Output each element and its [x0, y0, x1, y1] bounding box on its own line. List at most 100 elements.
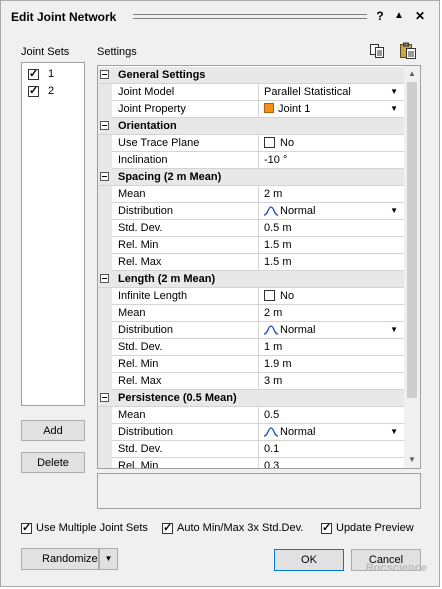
property-value[interactable]: 3 m: [264, 375, 384, 387]
property-value[interactable]: Normal: [264, 205, 384, 217]
dropdown-arrow-icon[interactable]: ▼: [390, 104, 398, 113]
property-row[interactable]: Rel. Max 3 m: [98, 373, 404, 390]
property-row[interactable]: Joint Model Parallel Statistical ▼: [98, 84, 404, 101]
randomize-button[interactable]: Randomize: [21, 548, 99, 570]
property-row[interactable]: Inclination -10 °: [98, 152, 404, 169]
randomize-dropdown-button[interactable]: ▼: [99, 548, 118, 570]
property-value-text: 1 m: [264, 341, 283, 353]
vertical-scrollbar[interactable]: ▲ ▼: [404, 66, 420, 468]
property-row[interactable]: Infinite Length No: [98, 288, 404, 305]
collapse-minus-icon[interactable]: [100, 70, 109, 79]
value-checkbox[interactable]: [264, 137, 275, 148]
property-row[interactable]: Joint Property Joint 1 ▼: [98, 101, 404, 118]
property-row[interactable]: Rel. Min 0.3: [98, 458, 404, 468]
property-value[interactable]: 0.3: [264, 460, 384, 468]
normal-distribution-icon: [264, 427, 278, 437]
property-row[interactable]: Rel. Max 1.5 m: [98, 254, 404, 271]
normal-distribution-icon: [264, 206, 278, 216]
property-value[interactable]: 0.5 m: [264, 222, 384, 234]
row-gutter: [98, 356, 112, 373]
property-value[interactable]: 0.1: [264, 443, 384, 455]
list-item-joint-set-1[interactable]: 1: [22, 66, 84, 83]
joint-sets-label: Joint Sets: [21, 46, 70, 58]
property-value[interactable]: 1.9 m: [264, 358, 384, 370]
property-row[interactable]: Std. Dev. 0.5 m: [98, 220, 404, 237]
column-divider: [258, 84, 259, 101]
auto-min-max-checkbox[interactable]: [162, 521, 173, 534]
property-value[interactable]: 1.5 m: [264, 239, 384, 251]
property-value[interactable]: Normal: [264, 426, 384, 438]
property-category[interactable]: Spacing (2 m Mean): [98, 169, 404, 186]
property-row[interactable]: Mean 0.5: [98, 407, 404, 424]
collapse-minus-icon[interactable]: [100, 274, 109, 283]
property-value[interactable]: No: [264, 137, 384, 149]
property-description-box: [97, 473, 421, 509]
dropdown-arrow-icon[interactable]: ▼: [390, 325, 398, 334]
paste-icon[interactable]: [399, 42, 417, 60]
dropdown-arrow-icon[interactable]: ▼: [390, 87, 398, 96]
scroll-down-arrow-icon[interactable]: ▼: [404, 452, 420, 468]
collapse-minus-icon[interactable]: [100, 172, 109, 181]
property-row[interactable]: Rel. Min 1.9 m: [98, 356, 404, 373]
joint-set-2-checkbox[interactable]: [28, 84, 39, 97]
property-row[interactable]: Distribution Normal ▼: [98, 203, 404, 220]
column-divider: [258, 288, 259, 305]
dropdown-arrow-icon[interactable]: ▼: [390, 206, 398, 215]
scrollbar-thumb[interactable]: [407, 82, 417, 398]
close-button[interactable]: ✕: [413, 9, 427, 23]
category-title: Length (2 m Mean): [118, 273, 216, 285]
update-preview-option[interactable]: Update Preview: [321, 521, 421, 538]
property-name: Infinite Length: [118, 290, 188, 302]
property-value[interactable]: 2 m: [264, 307, 384, 319]
property-value[interactable]: 2 m: [264, 188, 384, 200]
property-value[interactable]: Joint 1: [264, 103, 384, 115]
property-value[interactable]: 1.5 m: [264, 256, 384, 268]
property-row[interactable]: Std. Dev. 0.1: [98, 441, 404, 458]
property-row[interactable]: Distribution Normal ▼: [98, 424, 404, 441]
property-category[interactable]: Orientation: [98, 118, 404, 135]
update-preview-checkbox[interactable]: [321, 521, 332, 534]
use-multiple-joint-sets-option[interactable]: Use Multiple Joint Sets: [21, 521, 151, 538]
collapse-minus-icon[interactable]: [100, 121, 109, 130]
value-checkbox[interactable]: [264, 290, 275, 301]
collapse-minus-icon[interactable]: [100, 393, 109, 402]
dropdown-arrow-icon[interactable]: ▼: [390, 427, 398, 436]
settings-property-grid[interactable]: General Settings Joint Model Parallel Stat…: [97, 65, 421, 469]
property-value[interactable]: No: [264, 290, 384, 302]
property-value[interactable]: -10 °: [264, 154, 384, 166]
property-name: Mean: [118, 307, 146, 319]
property-row[interactable]: Mean 2 m: [98, 305, 404, 322]
list-item-joint-set-2[interactable]: 2: [22, 83, 84, 100]
window-title: Edit Joint Network: [11, 10, 117, 24]
property-name: Joint Model: [118, 86, 175, 98]
auto-min-max-option[interactable]: Auto Min/Max 3x Std.Dev.: [162, 521, 312, 538]
property-value[interactable]: 0.5: [264, 409, 384, 421]
help-button[interactable]: ?: [373, 9, 387, 23]
property-row[interactable]: Std. Dev. 1 m: [98, 339, 404, 356]
property-value[interactable]: Parallel Statistical: [264, 86, 384, 98]
column-divider: [258, 373, 259, 390]
scroll-up-arrow-icon[interactable]: ▲: [404, 66, 420, 82]
copy-icon[interactable]: [369, 43, 385, 59]
property-row[interactable]: Distribution Normal ▼: [98, 322, 404, 339]
add-button[interactable]: Add: [21, 420, 85, 441]
auto-min-max-label: Auto Min/Max 3x Std.Dev.: [177, 522, 304, 534]
property-category[interactable]: Length (2 m Mean): [98, 271, 404, 288]
collapse-button[interactable]: ▲: [392, 9, 406, 23]
property-category[interactable]: General Settings: [98, 67, 404, 84]
delete-button[interactable]: Delete: [21, 452, 85, 473]
property-value[interactable]: Normal: [264, 324, 384, 336]
ok-button[interactable]: OK: [274, 549, 344, 571]
property-row[interactable]: Use Trace Plane No: [98, 135, 404, 152]
property-category[interactable]: Persistence (0.5 Mean): [98, 390, 404, 407]
joint-set-1-checkbox[interactable]: [28, 67, 39, 80]
property-value-text: Joint 1: [278, 103, 311, 115]
joint-sets-list[interactable]: 1 2: [21, 62, 85, 406]
property-value[interactable]: 1 m: [264, 341, 384, 353]
use-multiple-joint-sets-checkbox[interactable]: [21, 521, 32, 534]
property-row[interactable]: Mean 2 m: [98, 186, 404, 203]
randomize-label: Randomize: [42, 553, 98, 565]
property-value-text: Parallel Statistical: [264, 86, 351, 98]
property-row[interactable]: Rel. Min 1.5 m: [98, 237, 404, 254]
column-divider: [258, 356, 259, 373]
